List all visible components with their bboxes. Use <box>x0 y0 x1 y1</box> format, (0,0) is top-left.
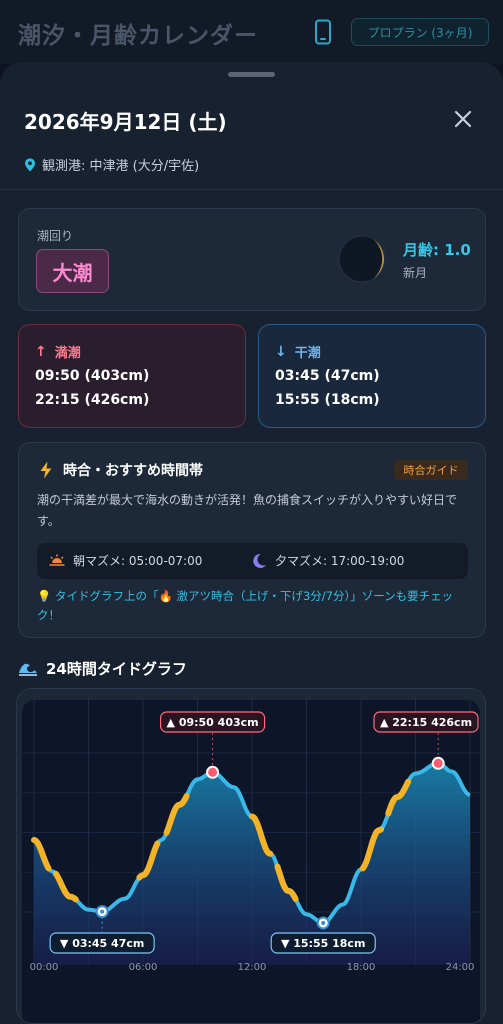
high-tide-label: ▲ 22:15 426cm <box>380 716 472 729</box>
guide-tip: 💡 タイドグラフ上の「🔥 激アツ時合（上げ・下げ3分/7分）」ゾーンも要チェック… <box>37 589 454 622</box>
phone-icon[interactable] <box>313 19 333 45</box>
new-moon-icon <box>338 235 386 283</box>
low-tide-marker-dot <box>321 920 326 925</box>
guide-title-text: 時合・おすすめ時間帯 <box>63 463 203 479</box>
port-row: 観測港: 中津港 (大分/宇佐) <box>24 155 199 174</box>
graph-title: 24時間タイドグラフ <box>46 660 187 678</box>
sheet-drag-handle[interactable] <box>228 72 275 77</box>
low-tide-card: ↓ 干潮 03:45 (47cm) 15:55 (18cm) <box>258 324 486 428</box>
moon-icon <box>253 553 266 568</box>
divider <box>0 189 503 190</box>
low-tide-title: ↓ 干潮 <box>275 342 321 362</box>
x-tick-label: 18:00 <box>347 962 376 973</box>
high-tide-marker <box>431 756 445 770</box>
tide-type-card: 潮回り 大潮 月齢: 1.0 新月 <box>18 208 486 311</box>
date-title: 2026年9月12日 (土) <box>24 110 227 134</box>
tide-graph[interactable]: ▲ 09:50 403cm ▼ 03:45 47cm ▲ 22:15 426cm ▼ … <box>22 700 480 1023</box>
arrow-up-icon: ↑ <box>35 343 47 360</box>
morning-mazume: 朝マズメ: 05:00-07:00 <box>49 552 202 569</box>
high-tide-time-1: 09:50 (403cm) <box>35 368 150 384</box>
low-tide-label: ▼ 03:45 47cm <box>60 937 144 950</box>
morning-mazume-text: 朝マズメ: 05:00-07:00 <box>73 554 203 568</box>
guide-badge: 時合ガイド <box>394 460 468 480</box>
low-tide-label: 干潮 <box>294 346 321 361</box>
x-tick-label: 00:00 <box>30 962 59 973</box>
low-tide-label: ▼ 15:55 18cm <box>281 937 365 950</box>
low-tide-marker-dot <box>100 909 105 914</box>
high-tide-card: ↑ 満潮 09:50 (403cm) 22:15 (426cm) <box>18 324 246 428</box>
graph-header: 24時間タイドグラフ <box>18 658 187 679</box>
sunrise-icon <box>49 554 65 566</box>
wave-icon <box>19 663 37 676</box>
low-tide-time-1: 03:45 (47cm) <box>275 368 380 384</box>
evening-mazume: 夕マズメ: 17:00-19:00 <box>251 552 404 569</box>
moon-age: 月齢: 1.0 <box>403 241 471 259</box>
day-detail-sheet: 2026年9月12日 (土) 観測港: 中津港 (大分/宇佐) 潮回り 大潮 月… <box>0 62 503 1024</box>
app-title: 潮汐・月齢カレンダー <box>18 23 258 49</box>
high-tide-time-2: 22:15 (426cm) <box>35 392 150 408</box>
lightning-icon <box>40 461 52 479</box>
guide-title: 時合・おすすめ時間帯 <box>39 460 203 480</box>
high-tide-label: ▲ 09:50 403cm <box>167 716 259 729</box>
guide-description: 潮の干満差が最大で海水の動きが活発！魚の捕食スイッチが入りやすい好日です。 <box>37 493 458 528</box>
tide-type-label: 潮回り <box>37 229 74 243</box>
tide-chart: ▲ 09:50 403cm ▼ 03:45 47cm ▲ 22:15 426cm ▼ … <box>22 700 480 973</box>
x-tick-label: 24:00 <box>446 962 475 973</box>
low-tide-time-2: 15:55 (18cm) <box>275 392 380 408</box>
tide-type-badge: 大潮 <box>36 249 109 293</box>
x-tick-label: 12:00 <box>238 962 267 973</box>
mazume-box: 朝マズメ: 05:00-07:00 夕マズメ: 17:00-19:00 <box>37 543 468 579</box>
pro-plan-button[interactable]: プロプラン (3ヶ月) <box>351 18 489 46</box>
fishing-guide-card: 時合・おすすめ時間帯 時合ガイド 潮の干満差が最大で海水の動きが活発！魚の捕食ス… <box>18 442 486 638</box>
evening-mazume-text: 夕マズメ: 17:00-19:00 <box>275 554 405 568</box>
app-header: 潮汐・月齢カレンダー プロプラン (3ヶ月) <box>0 0 503 64</box>
location-pin-icon <box>25 158 35 171</box>
tide-graph-card: ▲ 09:50 403cm ▼ 03:45 47cm ▲ 22:15 426cm ▼ … <box>16 688 486 1024</box>
port-name: 観測港: 中津港 (大分/宇佐) <box>42 159 200 174</box>
close-icon[interactable] <box>450 106 476 132</box>
high-tide-title: ↑ 満潮 <box>35 342 81 362</box>
high-tide-label: 満潮 <box>54 346 81 361</box>
arrow-down-icon: ↓ <box>275 343 287 360</box>
moon-phase-name: 新月 <box>403 266 428 280</box>
high-tide-marker <box>206 765 220 779</box>
x-tick-label: 06:00 <box>129 962 158 973</box>
